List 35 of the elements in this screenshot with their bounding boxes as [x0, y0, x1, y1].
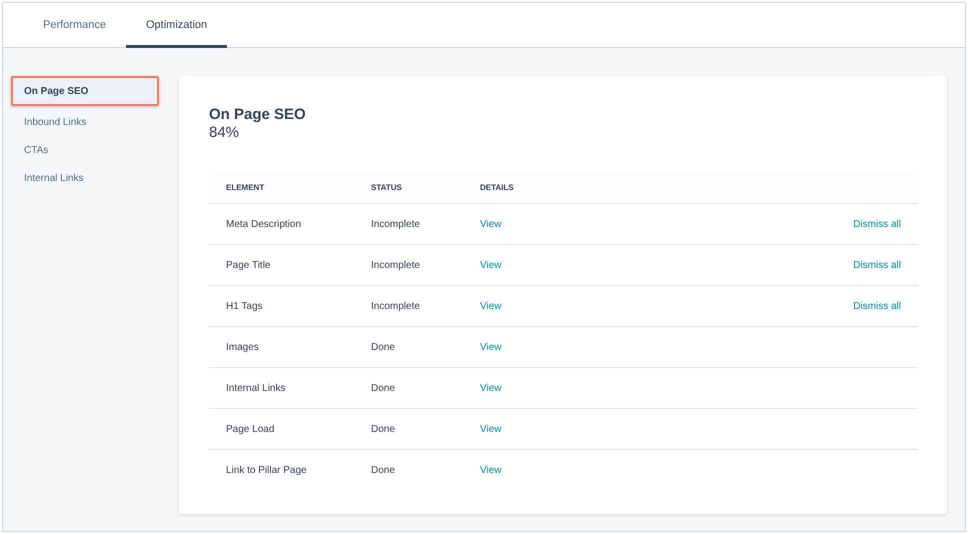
view-link[interactable]: View — [480, 424, 502, 434]
dismiss-all-link[interactable]: Dismiss all — [853, 216, 901, 232]
table-cell-text: Page Load — [226, 422, 276, 436]
column-header: ELEMENT — [226, 182, 266, 194]
table-cell-text: Meta Description — [226, 218, 302, 232]
sidebar-item[interactable]: On Page SEO — [11, 76, 159, 106]
table-cell-text: Images — [226, 340, 260, 354]
view-link[interactable]: View — [480, 465, 502, 476]
sidebar-item[interactable]: Internal Links — [11, 166, 159, 190]
view-link[interactable]: View — [480, 382, 502, 394]
tab[interactable]: Performance — [23, 3, 126, 48]
table-cell-text: Incomplete — [371, 218, 421, 232]
table-cell-text: Incomplete — [371, 300, 421, 314]
view-link[interactable]: View — [480, 300, 502, 312]
table-cell-text: Done — [371, 464, 396, 478]
table-cell-text: H1 Tags — [226, 300, 264, 314]
table-cell-text: Done — [371, 422, 396, 436]
column-header: STATUS — [371, 182, 403, 194]
table-cell-text: Incomplete — [371, 258, 421, 272]
table-cell-text: Link to Pillar Page — [226, 464, 308, 478]
sidebar-item[interactable]: Inbound Links — [11, 110, 159, 134]
tab[interactable]: Optimization — [126, 3, 228, 48]
view-link[interactable]: View — [480, 218, 502, 230]
score-percentage: 84% — [209, 124, 240, 142]
table-cell-text: Internal Links — [226, 382, 286, 396]
view-link[interactable]: View — [480, 342, 502, 352]
dismiss-all-link[interactable]: Dismiss all — [853, 298, 901, 314]
view-link[interactable]: View — [480, 260, 502, 270]
table-cell-text: Page Title — [226, 258, 272, 272]
table-cell-text: Done — [371, 382, 396, 396]
column-header: DETAILS — [480, 182, 515, 194]
panel-title: On Page SEO — [209, 106, 307, 124]
table-cell-text: Done — [371, 340, 396, 354]
dismiss-all-link[interactable]: Dismiss all — [853, 258, 901, 272]
sidebar-item[interactable]: CTAs — [11, 138, 159, 162]
